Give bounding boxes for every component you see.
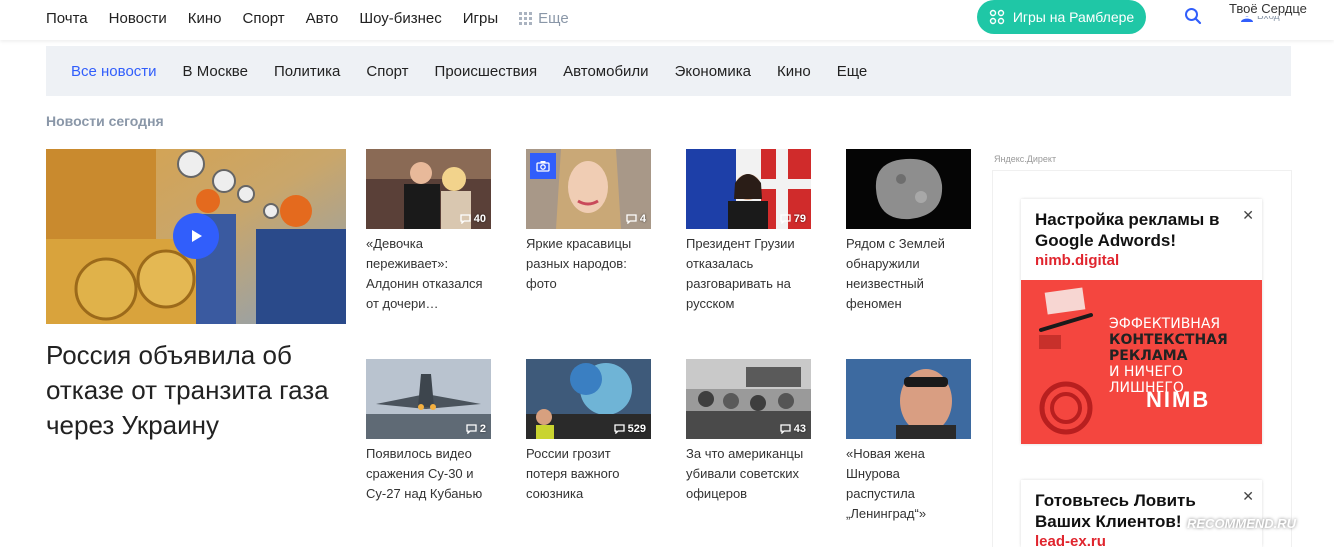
- top-nav-item-auto[interactable]: Авто: [306, 10, 339, 27]
- ad-banner-logo: NIMB: [1146, 387, 1211, 412]
- news-card[interactable]: 529 России грозит потеря важного союзник…: [526, 359, 651, 504]
- comment-count: 4: [626, 213, 646, 225]
- comment-count-value: 2: [479, 423, 486, 435]
- grid-dots-icon: [519, 11, 533, 25]
- comment-count: 529: [613, 423, 646, 435]
- play-icon: [192, 230, 202, 242]
- yandex-direct-label[interactable]: Яндекс.Директ: [994, 154, 1056, 164]
- news-card[interactable]: 43 За что американцы убивали советских о…: [686, 359, 811, 504]
- comment-icon: [780, 424, 791, 434]
- news-card-title[interactable]: За что американцы убивали советских офиц…: [686, 444, 811, 504]
- top-nav-item-mail[interactable]: Почта: [46, 10, 88, 27]
- news-card-title[interactable]: «Новая жена Шнурова распустила „Ленингра…: [846, 444, 971, 524]
- comment-icon: [460, 214, 471, 224]
- comment-count-value: 79: [793, 213, 806, 225]
- ad-banner-text: ЭФФЕКТИВНАЯ КОНТЕКСТНАЯ РЕКЛАМА И НИЧЕГО…: [1109, 316, 1262, 396]
- ad-block[interactable]: ✕ Настройка рекламы в Google Adwords! ni…: [1021, 199, 1262, 444]
- overlay-ad-text[interactable]: Твоё Сердце: [1229, 2, 1307, 16]
- games-button-label: Игры на Рамблере: [1012, 9, 1135, 25]
- news-card-title[interactable]: Появилось видео сражения Су-30 и Су-27 н…: [366, 444, 491, 504]
- category-cars[interactable]: Автомобили: [563, 63, 648, 80]
- top-nav-item-sport[interactable]: Спорт: [242, 10, 284, 27]
- top-nav-item-games[interactable]: Игры: [463, 10, 498, 27]
- gamepad-icon: [989, 9, 1005, 25]
- category-sport[interactable]: Спорт: [366, 63, 408, 80]
- comment-count: 40: [460, 213, 486, 225]
- news-card-title[interactable]: Президент Грузии отказалась разговариват…: [686, 234, 811, 314]
- comment-icon: [466, 424, 477, 434]
- top-nav-item-showbiz[interactable]: Шоу-бизнес: [359, 10, 441, 27]
- news-card[interactable]: 2 Появилось видео сражения Су-30 и Су-27…: [366, 359, 491, 504]
- category-cinema[interactable]: Кино: [777, 63, 811, 80]
- news-card-image[interactable]: 4: [526, 149, 651, 229]
- top-nav-item-news[interactable]: Новости: [109, 10, 167, 27]
- ad-banner-line: КОНТЕКСТНАЯ: [1109, 332, 1228, 348]
- news-card[interactable]: 40 «Девочка переживает»: Алдонин отказал…: [366, 149, 491, 314]
- news-card[interactable]: Рядом с Землей обнаружили неизвестный фе…: [846, 149, 971, 314]
- main-story-image[interactable]: [46, 149, 346, 324]
- top-nav: Почта Новости Кино Спорт Авто Шоу-бизнес…: [46, 0, 590, 36]
- category-incidents[interactable]: Происшествия: [435, 63, 538, 80]
- top-nav-item-cinema[interactable]: Кино: [188, 10, 222, 27]
- comment-count-value: 40: [473, 213, 486, 225]
- news-card-title[interactable]: «Девочка переживает»: Алдонин отказался …: [366, 234, 491, 314]
- ad-banner-line: РЕКЛАМА: [1109, 348, 1188, 364]
- news-card-image[interactable]: 40: [366, 149, 491, 229]
- close-icon[interactable]: ✕: [1242, 488, 1254, 505]
- camera-icon: [536, 161, 550, 172]
- news-card-title[interactable]: Рядом с Землей обнаружили неизвестный фе…: [846, 234, 971, 314]
- category-moscow[interactable]: В Москве: [183, 63, 248, 80]
- comment-count-value: 529: [627, 423, 646, 435]
- comment-count: 43: [780, 423, 806, 435]
- search-icon[interactable]: [1184, 7, 1202, 25]
- ad-banner-image[interactable]: ЭФФЕКТИВНАЯ КОНТЕКСТНАЯ РЕКЛАМА И НИЧЕГО…: [1021, 280, 1262, 444]
- category-all-news[interactable]: Все новости: [71, 63, 157, 80]
- section-title: Новости сегодня: [46, 113, 164, 129]
- news-card-image[interactable]: 79: [686, 149, 811, 229]
- category-more[interactable]: Еще: [837, 63, 868, 80]
- news-card-image[interactable]: [846, 149, 971, 229]
- news-card-image[interactable]: 529: [526, 359, 651, 439]
- comment-icon: [780, 214, 791, 224]
- comment-count-value: 43: [793, 423, 806, 435]
- news-card-title[interactable]: Яркие красавицы разных народов: фото: [526, 234, 651, 294]
- ad-title[interactable]: Настройка рекламы в Google Adwords!: [1021, 199, 1262, 251]
- top-bar: Почта Новости Кино Спорт Авто Шоу-бизнес…: [0, 0, 1334, 40]
- category-nav: Все новости В Москве Политика Спорт Прои…: [46, 46, 1291, 96]
- photo-gallery-badge: [530, 153, 556, 179]
- top-nav-more-label: Еще: [538, 9, 569, 27]
- news-card[interactable]: 79 Президент Грузии отказалась разговари…: [686, 149, 811, 314]
- main-story-title[interactable]: Россия объявила об отказе от транзита га…: [46, 338, 351, 443]
- comment-count: 2: [466, 423, 486, 435]
- news-card-image[interactable]: [846, 359, 971, 439]
- watermark: RECOMMEND.RU: [1187, 516, 1297, 531]
- news-card-title[interactable]: России грозит потеря важного союзника: [526, 444, 651, 504]
- news-card[interactable]: 4 Яркие красавицы разных народов: фото: [526, 149, 651, 294]
- comment-count-value: 4: [639, 213, 646, 225]
- play-video-button[interactable]: [173, 213, 219, 259]
- category-politics[interactable]: Политика: [274, 63, 340, 80]
- ad-domain[interactable]: lead-ex.ru: [1021, 532, 1262, 547]
- close-icon[interactable]: ✕: [1242, 207, 1254, 224]
- news-card-image[interactable]: 43: [686, 359, 811, 439]
- news-card-image[interactable]: 2: [366, 359, 491, 439]
- ad-block[interactable]: ✕ Готовьтесь Ловить Ваших Клиентов! lead…: [1021, 480, 1262, 547]
- comment-count: 79: [780, 213, 806, 225]
- comment-icon: [626, 214, 637, 224]
- ad-domain[interactable]: nimb.digital: [1021, 251, 1262, 271]
- comment-icon: [613, 424, 625, 434]
- ad-banner-line: ЭФФЕКТИВНАЯ: [1109, 316, 1221, 332]
- news-card[interactable]: «Новая жена Шнурова распустила „Ленингра…: [846, 359, 971, 524]
- category-economy[interactable]: Экономика: [675, 63, 751, 80]
- top-nav-more[interactable]: Еще: [519, 10, 569, 27]
- games-button[interactable]: Игры на Рамблере: [977, 0, 1146, 34]
